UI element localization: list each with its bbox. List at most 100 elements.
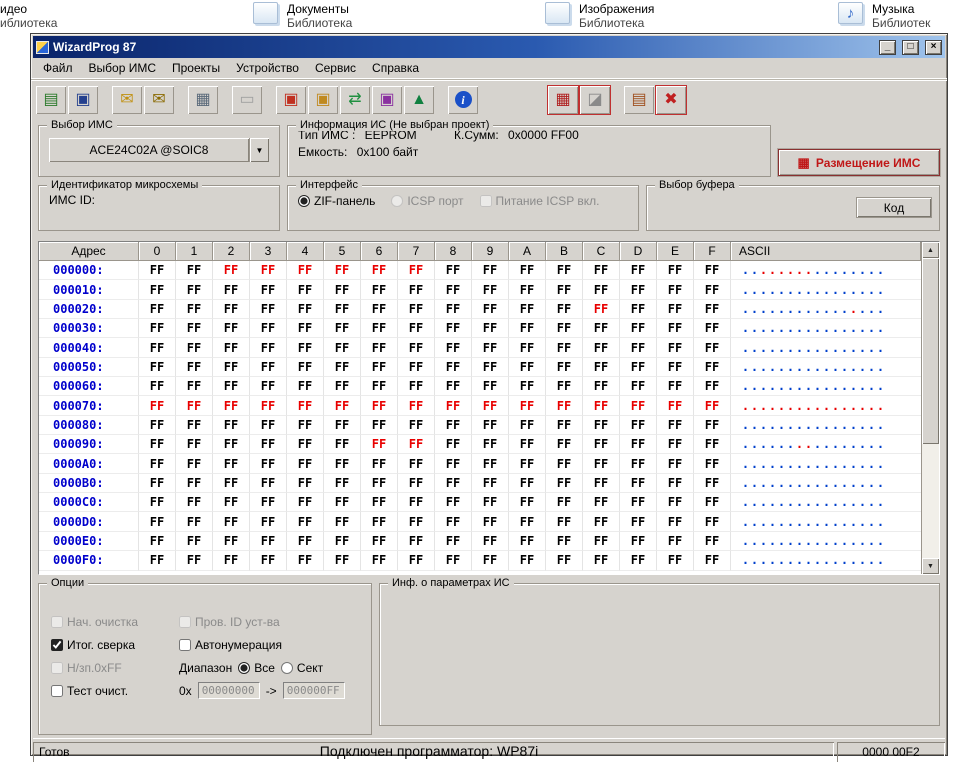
hex-cell[interactable]: FF: [139, 299, 176, 320]
hex-cell[interactable]: FF: [287, 454, 324, 474]
hex-cell[interactable]: FF: [176, 261, 213, 281]
hex-cell[interactable]: FF: [139, 280, 176, 300]
hex-cell[interactable]: FF: [509, 512, 546, 532]
hex-cell[interactable]: FF: [287, 551, 324, 571]
hex-cell[interactable]: FF: [324, 473, 361, 494]
hex-cell[interactable]: FF: [398, 377, 435, 397]
hex-cell[interactable]: FF: [398, 280, 435, 300]
hex-cell[interactable]: FF: [657, 396, 694, 416]
hex-cell[interactable]: FF: [583, 377, 620, 397]
verify-chip-button[interactable]: ⇄: [340, 85, 370, 114]
hex-cell[interactable]: FF: [620, 493, 657, 513]
hex-cell[interactable]: FF: [472, 299, 509, 320]
library-item[interactable]: идео иблиотека: [0, 2, 57, 30]
hex-cell[interactable]: FF: [435, 473, 472, 494]
hex-cell[interactable]: FF: [213, 261, 250, 281]
option-left-checkbox-3[interactable]: Тест очист.: [51, 679, 169, 702]
hex-cell[interactable]: FF: [361, 377, 398, 397]
hex-cell[interactable]: FF: [546, 299, 583, 320]
hex-cell[interactable]: FF: [213, 280, 250, 300]
library-item[interactable]: ♪ Музыка Библиотек: [838, 2, 930, 30]
hex-cell[interactable]: FF: [287, 319, 324, 339]
hex-cell[interactable]: FF: [139, 319, 176, 339]
hex-cell[interactable]: FF: [213, 396, 250, 416]
erase-chip-button[interactable]: ▣: [372, 85, 402, 114]
hex-cell[interactable]: FF: [398, 551, 435, 571]
hex-cell[interactable]: FF: [213, 357, 250, 378]
close-button[interactable]: ×: [925, 39, 942, 55]
hex-cell[interactable]: FF: [435, 338, 472, 358]
hex-cell[interactable]: FF: [398, 396, 435, 416]
hex-cell[interactable]: FF: [435, 396, 472, 416]
hex-cell[interactable]: FF: [398, 338, 435, 358]
hex-cell[interactable]: FF: [509, 551, 546, 571]
hex-cell[interactable]: FF: [176, 319, 213, 339]
hex-cell[interactable]: FF: [694, 319, 731, 339]
hex-cell[interactable]: FF: [361, 280, 398, 300]
hex-cell[interactable]: FF: [694, 261, 731, 281]
range-radio-0[interactable]: Все: [238, 661, 275, 675]
hex-cell[interactable]: FF: [694, 280, 731, 300]
menu-item-4[interactable]: Сервис: [307, 59, 364, 77]
hex-cell[interactable]: FF: [546, 319, 583, 339]
hex-cell[interactable]: FF: [361, 261, 398, 281]
menu-item-5[interactable]: Справка: [364, 59, 427, 77]
hex-cell[interactable]: FF: [139, 551, 176, 571]
hex-cell[interactable]: FF: [287, 473, 324, 494]
hex-cell[interactable]: FF: [287, 261, 324, 281]
window-titlebar[interactable]: WizardProg 87 _ □ ×: [33, 36, 945, 58]
hex-cell[interactable]: FF: [398, 531, 435, 552]
hex-cell[interactable]: FF: [546, 338, 583, 358]
hex-cell[interactable]: FF: [213, 435, 250, 455]
hex-cell[interactable]: FF: [620, 338, 657, 358]
hex-cell[interactable]: FF: [694, 396, 731, 416]
hex-cell[interactable]: FF: [546, 261, 583, 281]
hex-cell[interactable]: FF: [250, 551, 287, 571]
hex-cell[interactable]: FF: [250, 435, 287, 455]
hex-cell[interactable]: FF: [472, 377, 509, 397]
hex-cell[interactable]: FF: [657, 377, 694, 397]
hex-cell[interactable]: FF: [657, 319, 694, 339]
hex-cell[interactable]: FF: [176, 473, 213, 494]
hex-cell[interactable]: FF: [139, 415, 176, 436]
hex-cell[interactable]: FF: [583, 435, 620, 455]
hex-cell[interactable]: FF: [176, 396, 213, 416]
hex-cell[interactable]: FF: [472, 531, 509, 552]
minimize-button[interactable]: _: [879, 39, 896, 55]
hex-cell[interactable]: FF: [583, 319, 620, 339]
hex-cell[interactable]: FF: [472, 319, 509, 339]
hex-cell[interactable]: FF: [694, 454, 731, 474]
hex-cell[interactable]: FF: [472, 512, 509, 532]
chip-placement-button[interactable]: ▦: [548, 85, 578, 114]
hex-scrollbar[interactable]: ▲ ▼: [921, 242, 939, 574]
hex-cell[interactable]: FF: [657, 415, 694, 436]
hex-cell[interactable]: FF: [657, 435, 694, 455]
hex-cell[interactable]: FF: [435, 377, 472, 397]
hex-cell[interactable]: FF: [472, 473, 509, 494]
library-item[interactable]: Документы Библиотека: [253, 2, 352, 30]
hex-cell[interactable]: FF: [213, 319, 250, 339]
hex-cell[interactable]: FF: [509, 319, 546, 339]
hex-cell[interactable]: FF: [509, 377, 546, 397]
hex-cell[interactable]: FF: [546, 377, 583, 397]
hex-cell[interactable]: FF: [657, 531, 694, 552]
hex-cell[interactable]: FF: [472, 435, 509, 455]
hex-cell[interactable]: FF: [620, 396, 657, 416]
hex-cell[interactable]: FF: [139, 473, 176, 494]
hex-cell[interactable]: FF: [139, 396, 176, 416]
chip-select-dropdown-button[interactable]: ▼: [249, 138, 269, 162]
hex-cell[interactable]: FF: [176, 280, 213, 300]
hex-cell[interactable]: FF: [324, 512, 361, 532]
hex-cell[interactable]: FF: [250, 396, 287, 416]
hex-cell[interactable]: FF: [250, 473, 287, 494]
hex-cell[interactable]: FF: [250, 261, 287, 281]
hex-cell[interactable]: FF: [546, 493, 583, 513]
hex-cell[interactable]: FF: [546, 454, 583, 474]
hex-cell[interactable]: FF: [472, 357, 509, 378]
hex-cell[interactable]: FF: [509, 357, 546, 378]
hex-cell[interactable]: FF: [361, 299, 398, 320]
hex-cell[interactable]: FF: [694, 512, 731, 532]
hex-cell[interactable]: FF: [583, 396, 620, 416]
hex-cell[interactable]: FF: [324, 551, 361, 571]
hex-cell[interactable]: FF: [176, 531, 213, 552]
